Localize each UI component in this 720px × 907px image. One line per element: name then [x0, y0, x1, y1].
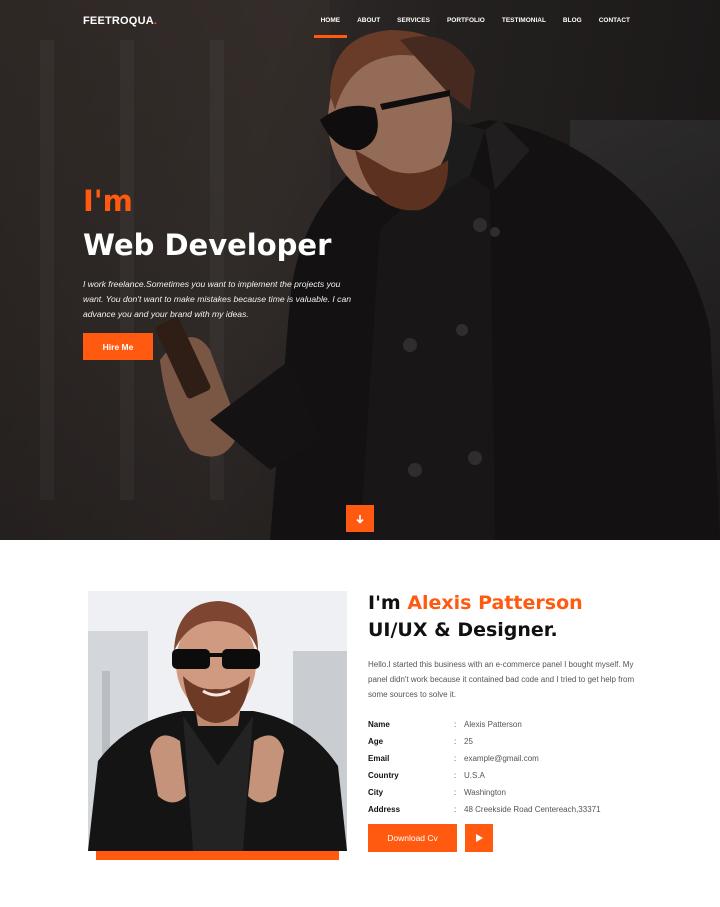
download-cv-button[interactable]: Download Cv	[368, 824, 457, 852]
profile-portrait-image	[88, 591, 347, 851]
info-value: Washington	[464, 788, 506, 797]
brand-dot: .	[153, 15, 158, 27]
play-icon	[475, 834, 483, 842]
info-separator: :	[454, 720, 457, 729]
info-value: U.S.A	[464, 771, 485, 780]
info-value: Alexis Patterson	[464, 720, 522, 729]
info-label: Name	[368, 720, 390, 729]
info-row-name: Name : Alexis Patterson	[368, 716, 658, 733]
main-nav: HOME ABOUT SERVICES PORTFOLIO TESTIMONIA…	[304, 17, 630, 38]
arrow-down-icon	[356, 514, 364, 524]
about-heading: I'm Alexis Patterson	[368, 590, 658, 617]
about-name: Alexis Patterson	[407, 592, 583, 614]
personal-info-list: Name : Alexis Patterson Age : 25 Email :…	[368, 716, 658, 818]
nav-item-testimonial[interactable]: TESTIMONIAL	[502, 17, 546, 24]
info-value: 25	[464, 737, 473, 746]
about-intro: I'm	[368, 592, 401, 614]
info-row-city: City : Washington	[368, 784, 658, 801]
nav-item-about[interactable]: ABOUT	[357, 17, 380, 24]
about-content: I'm Alexis Patterson UI/UX & Designer. H…	[368, 590, 658, 818]
hero-intro: I'm	[83, 184, 133, 218]
brand-name: FEETROQUA	[83, 15, 154, 27]
info-value: 48 Creekside Road Centereach,33371	[464, 805, 601, 814]
info-row-address: Address : 48 Creekside Road Centereach,3…	[368, 801, 658, 818]
play-video-button[interactable]	[465, 824, 493, 852]
hero-section: FEETROQUA. HOME ABOUT SERVICES PORTFOLIO…	[0, 0, 720, 540]
hire-me-button[interactable]: Hire Me	[83, 333, 153, 360]
hero-description: I work freelance.Sometimes you want to i…	[83, 279, 352, 319]
about-description: Hello.I started this business with an e-…	[368, 660, 635, 699]
hero-title: Web Developer	[83, 228, 332, 262]
info-label: Address	[368, 805, 401, 814]
info-value[interactable]: example@gmail.com	[464, 754, 539, 763]
hero-text: I'm Web Developer I work freelance.Somet…	[83, 183, 373, 322]
brand-logo[interactable]: FEETROQUA.	[83, 15, 157, 27]
nav-item-services[interactable]: SERVICES	[397, 17, 430, 24]
scroll-down-button[interactable]	[346, 505, 374, 532]
nav-item-blog[interactable]: BLOG	[563, 17, 582, 24]
about-role: UI/UX & Designer.	[368, 619, 558, 641]
nav-item-home[interactable]: HOME	[313, 17, 347, 38]
info-row-email: Email : example@gmail.com	[368, 750, 658, 767]
info-label: City	[368, 788, 384, 797]
nav-item-contact[interactable]: CONTACT	[599, 17, 630, 24]
info-separator: :	[454, 737, 457, 746]
info-separator: :	[454, 771, 457, 780]
about-photo	[88, 591, 347, 851]
nav-item-portfolio[interactable]: PORTFOLIO	[447, 17, 485, 24]
info-separator: :	[454, 754, 457, 763]
info-separator: :	[454, 805, 457, 814]
info-row-country: Country : U.S.A	[368, 767, 658, 784]
info-label: Age	[368, 737, 384, 746]
info-label: Email	[368, 754, 390, 763]
navbar: FEETROQUA. HOME ABOUT SERVICES PORTFOLIO…	[0, 0, 720, 44]
info-label: Country	[368, 771, 399, 780]
info-row-age: Age : 25	[368, 733, 658, 750]
info-separator: :	[454, 788, 457, 797]
